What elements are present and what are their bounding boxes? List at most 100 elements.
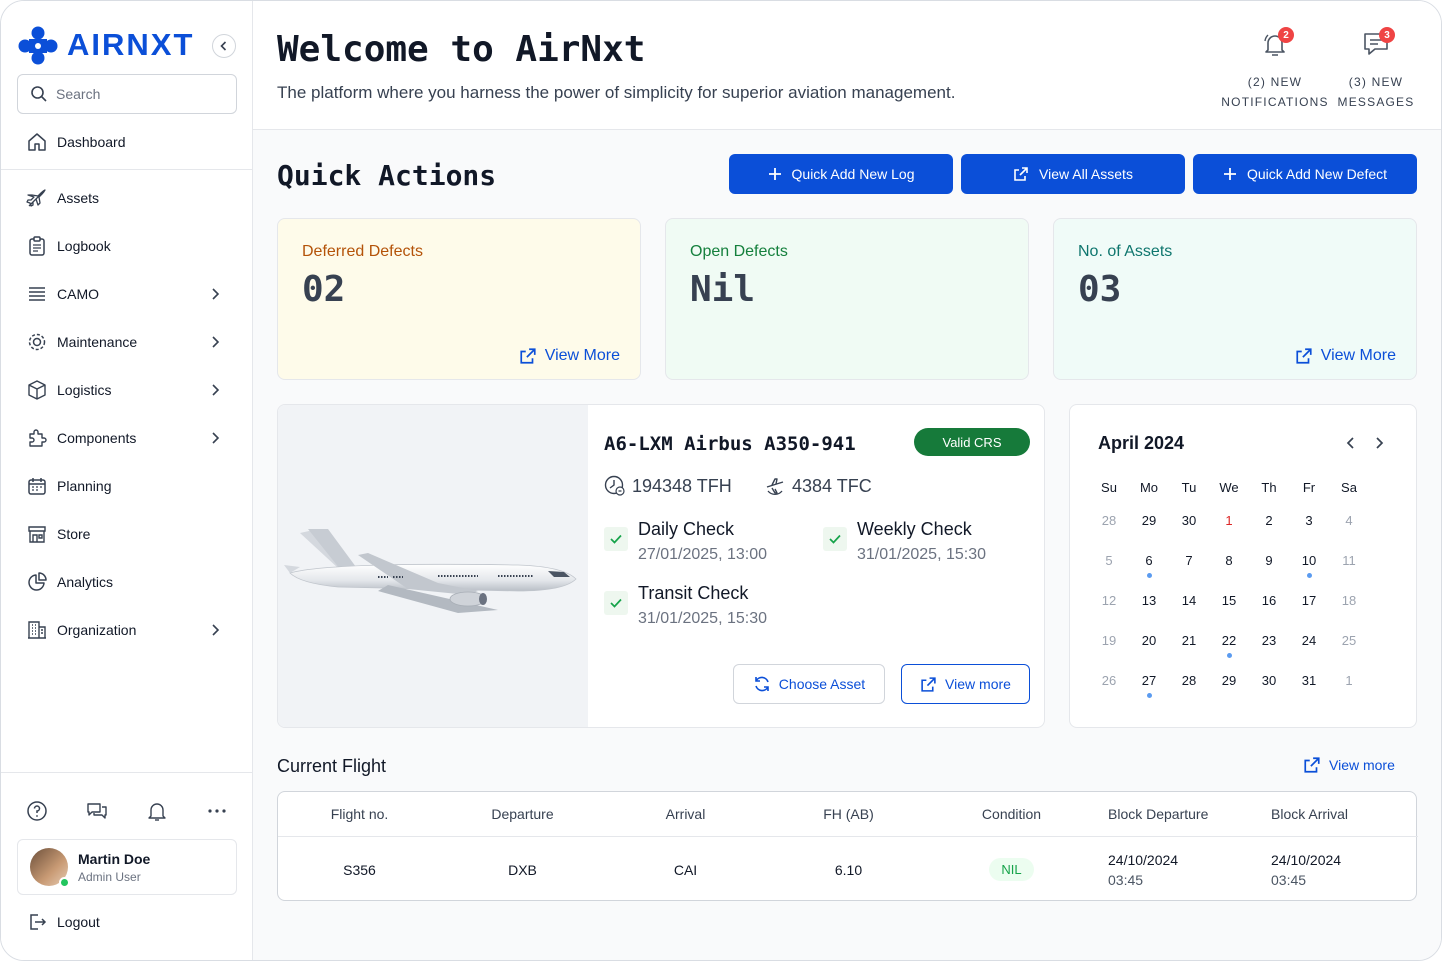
sidebar-item-logbook[interactable]: Logbook — [17, 226, 237, 266]
calendar-day[interactable]: 22 — [1209, 626, 1249, 666]
sidebar-item-components[interactable]: Components — [17, 418, 237, 458]
calendar-day[interactable]: 11 — [1329, 546, 1369, 586]
view-more-link[interactable]: View More — [519, 347, 620, 365]
weekday-label: Tu — [1181, 480, 1197, 495]
current-flight-view-more[interactable]: View more — [1303, 756, 1395, 774]
calendar-day[interactable]: 2 — [1249, 506, 1289, 546]
calendar-day[interactable]: 4 — [1329, 506, 1369, 546]
check-date: 27/01/2025, 13:00 — [638, 546, 768, 563]
column-header: Condition — [981, 806, 1042, 822]
calendar-day[interactable]: 28 — [1169, 666, 1209, 706]
collapse-sidebar-button[interactable] — [212, 34, 236, 58]
chat-button[interactable] — [85, 797, 109, 825]
calendar-day[interactable]: 16 — [1249, 586, 1289, 626]
calendar-day[interactable]: 10 — [1289, 546, 1329, 586]
calendar-day[interactable]: 6 — [1129, 546, 1169, 586]
store-icon — [28, 526, 46, 543]
quick-add-log-button[interactable]: Quick Add New Log — [729, 154, 953, 194]
calendar-day[interactable]: 12 — [1089, 586, 1129, 626]
condition-badge: NIL — [989, 858, 1034, 881]
airnxt-logo-icon — [18, 26, 58, 65]
quick-add-defect-button[interactable]: Quick Add New Defect — [1193, 154, 1417, 194]
view-all-assets-button[interactable]: View All Assets — [961, 154, 1185, 194]
calendar-day[interactable]: 19 — [1089, 626, 1129, 666]
search-input[interactable] — [56, 86, 216, 102]
logout-button[interactable]: Logout — [17, 902, 237, 942]
sidebar-item-logistics[interactable]: Logistics — [17, 370, 237, 410]
external-link-icon — [1014, 167, 1028, 181]
weekday-label: Sa — [1341, 480, 1357, 495]
sidebar-item-dashboard[interactable]: Dashboard — [17, 122, 237, 162]
view-more-link[interactable]: View More — [1295, 347, 1396, 365]
calendar-day[interactable]: 15 — [1209, 586, 1249, 626]
day-number: 4 — [1345, 513, 1353, 528]
sidebar-item-organization[interactable]: Organization — [17, 610, 237, 650]
chevron-right-icon[interactable] — [1371, 435, 1387, 451]
asset-card: A6-LXM Airbus A350-941 Valid CRS 194348 … — [277, 404, 1045, 728]
more-options-button[interactable] — [205, 797, 229, 825]
user-profile-card[interactable]: Martin Doe Admin User — [17, 839, 237, 895]
calendar-day[interactable]: 1 — [1209, 506, 1249, 546]
calendar-day[interactable]: 25 — [1329, 626, 1369, 666]
sidebar-item-analytics[interactable]: Analytics — [17, 562, 237, 602]
search-icon — [31, 86, 47, 102]
calendar-day[interactable]: 14 — [1169, 586, 1209, 626]
calendar-day[interactable]: 17 — [1289, 586, 1329, 626]
calendar-day[interactable]: 30 — [1249, 666, 1289, 706]
view-asset-button[interactable]: View more — [901, 664, 1030, 704]
day-number: 6 — [1145, 553, 1153, 568]
table-row[interactable]: S356 DXB CAI 6.10 NIL 24/10/2024 03:45 2… — [278, 838, 1418, 901]
choose-asset-button[interactable]: Choose Asset — [733, 664, 885, 704]
sidebar-item-assets[interactable]: Assets — [17, 178, 237, 218]
brand-logo[interactable]: AIRNXT — [17, 25, 194, 65]
block-arrival-time: 03:45 — [1271, 871, 1307, 888]
calendar-day[interactable]: 1 — [1329, 666, 1369, 706]
day-number: 14 — [1181, 593, 1197, 608]
button-label: Quick Add New Defect — [1246, 166, 1388, 182]
messages-button[interactable]: 3 (3) NEW MESSAGES — [1321, 27, 1431, 112]
calendar-day[interactable]: 7 — [1169, 546, 1209, 586]
day-number: 28 — [1101, 513, 1117, 528]
calendar-day[interactable]: 9 — [1249, 546, 1289, 586]
calendar-day[interactable]: 29 — [1209, 666, 1249, 706]
calendar-day[interactable]: 27 — [1129, 666, 1169, 706]
app-window: AIRNXT Dashboard Assets Logbook CAMO — [0, 0, 1442, 961]
calendar-day[interactable]: 23 — [1249, 626, 1289, 666]
day-number: 2 — [1265, 513, 1273, 528]
sidebar-utility-bar — [17, 797, 237, 827]
calendar-icon — [28, 478, 46, 495]
calendar-day[interactable]: 24 — [1289, 626, 1329, 666]
chevron-left-icon[interactable] — [1343, 435, 1359, 451]
calendar-widget: April 2024 Su Mo Tu We Th Fr Sa 28 29 30 1 2 3 4 5 6 7 8 9… — [1069, 404, 1417, 728]
search-box[interactable] — [17, 74, 237, 114]
alerts-button[interactable] — [145, 797, 169, 825]
calendar-day[interactable]: 30 — [1169, 506, 1209, 546]
notifications-button[interactable]: 2 (2) NEW NOTIFICATIONS — [1220, 27, 1330, 112]
calendar-day[interactable]: 13 — [1129, 586, 1169, 626]
calendar-grid: Su Mo Tu We Th Fr Sa 28 29 30 1 2 3 4 5 6 7 8 9 10 11 12 13 14 1… — [1089, 478, 1369, 706]
sidebar-item-maintenance[interactable]: Maintenance — [17, 322, 237, 362]
day-number: 16 — [1261, 593, 1277, 608]
sidebar-item-label: Store — [57, 526, 91, 542]
day-number: 11 — [1342, 553, 1356, 568]
calendar-day[interactable]: 28 — [1089, 506, 1129, 546]
deferred-defects-card: Deferred Defects 02 View More — [277, 218, 641, 380]
calendar-day[interactable]: 18 — [1329, 586, 1369, 626]
calendar-day[interactable]: 8 — [1209, 546, 1249, 586]
sidebar-item-camo[interactable]: CAMO — [17, 274, 237, 314]
day-number: 28 — [1181, 673, 1197, 688]
calendar-day[interactable]: 29 — [1129, 506, 1169, 546]
sidebar-item-store[interactable]: Store — [17, 514, 237, 554]
check-name: Daily Check — [638, 519, 735, 539]
calendar-day[interactable]: 31 — [1289, 666, 1329, 706]
calendar-day[interactable]: 20 — [1129, 626, 1169, 666]
help-button[interactable] — [25, 797, 49, 825]
calendar-day[interactable]: 21 — [1169, 626, 1209, 666]
day-number: 1 — [1345, 673, 1353, 688]
calendar-day[interactable]: 26 — [1089, 666, 1129, 706]
stat-value: Nil — [690, 269, 756, 310]
calendar-day[interactable]: 3 — [1289, 506, 1329, 546]
sidebar-item-planning[interactable]: Planning — [17, 466, 237, 506]
calendar-day[interactable]: 5 — [1089, 546, 1129, 586]
tfh-value: 194348 TFH — [632, 475, 732, 496]
